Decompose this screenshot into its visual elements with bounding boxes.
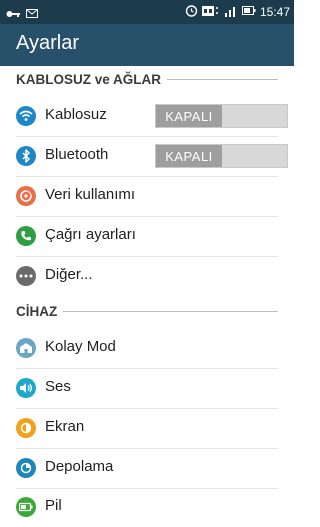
settings-item-label: Çağrı ayarları: [45, 226, 136, 243]
sound-icon: [16, 378, 36, 398]
alarm-icon: [185, 4, 198, 20]
signal-icon: [224, 5, 238, 20]
settings-item-display[interactable]: Ekran: [0, 408, 294, 448]
settings-item-label: Veri kullanımı: [45, 186, 136, 203]
wifi-toggle-label: KAPALI: [156, 105, 222, 127]
status-time: 15:47: [259, 5, 290, 19]
easy-mode-icon: [16, 338, 36, 358]
app-bar: Ayarlar: [0, 24, 294, 66]
settings-item-label: Bluetooth: [45, 146, 109, 163]
settings-item-wifi[interactable]: Kablosuz KAPALI: [0, 96, 294, 136]
status-bar-right: 15:47: [185, 4, 290, 20]
settings-item-sound[interactable]: Ses: [0, 368, 294, 408]
settings-item-label: Pil: [45, 497, 62, 514]
email-icon: [26, 5, 38, 23]
settings-item-label: Diğer...: [45, 266, 93, 283]
vpn-key-icon: [6, 5, 20, 23]
storage-icon: [16, 458, 36, 478]
settings-item-data-usage[interactable]: Veri kullanımı: [0, 176, 294, 216]
phone-icon: [16, 226, 36, 246]
settings-item-bluetooth[interactable]: Bluetooth KAPALI: [0, 136, 294, 176]
section-header-device: CİHAZ: [16, 299, 278, 323]
battery-icon: [16, 497, 36, 517]
wifi-icon: [16, 106, 36, 126]
bluetooth-toggle[interactable]: KAPALI: [155, 144, 288, 168]
bluetooth-toggle-label: KAPALI: [156, 145, 222, 167]
section-rule: [63, 310, 278, 312]
settings-item-label: Kolay Mod: [45, 338, 116, 355]
settings-item-label: Ekran: [45, 418, 85, 435]
wifi-toggle[interactable]: KAPALI: [155, 104, 288, 128]
section-header-wireless: KABLOSUZ ve AĞLAR: [16, 67, 278, 91]
settings-item-label: Depolama: [45, 458, 114, 475]
settings-item-easy-mode[interactable]: Kolay Mod: [0, 328, 294, 368]
settings-item-more[interactable]: Diğer...: [0, 256, 294, 296]
section-title-device: CİHAZ: [16, 303, 58, 319]
battery-status-icon: [241, 5, 256, 19]
display-icon: [16, 418, 36, 438]
settings-item-battery[interactable]: Pil: [0, 487, 294, 527]
settings-item-label: Kablosuz: [45, 106, 107, 123]
bluetooth-icon: [16, 146, 36, 166]
section-rule: [167, 78, 278, 80]
sim-icon: [201, 5, 220, 20]
more-icon: [16, 266, 36, 286]
data-usage-icon: [16, 186, 36, 206]
settings-item-storage[interactable]: Depolama: [0, 448, 294, 488]
settings-item-label: Ses: [45, 378, 71, 395]
page-title: Ayarlar: [16, 32, 79, 54]
section-title-wireless: KABLOSUZ ve AĞLAR: [16, 71, 162, 87]
status-bar: 15:47: [0, 0, 294, 24]
status-bar-left: [6, 5, 38, 23]
settings-item-call[interactable]: Çağrı ayarları: [0, 216, 294, 256]
